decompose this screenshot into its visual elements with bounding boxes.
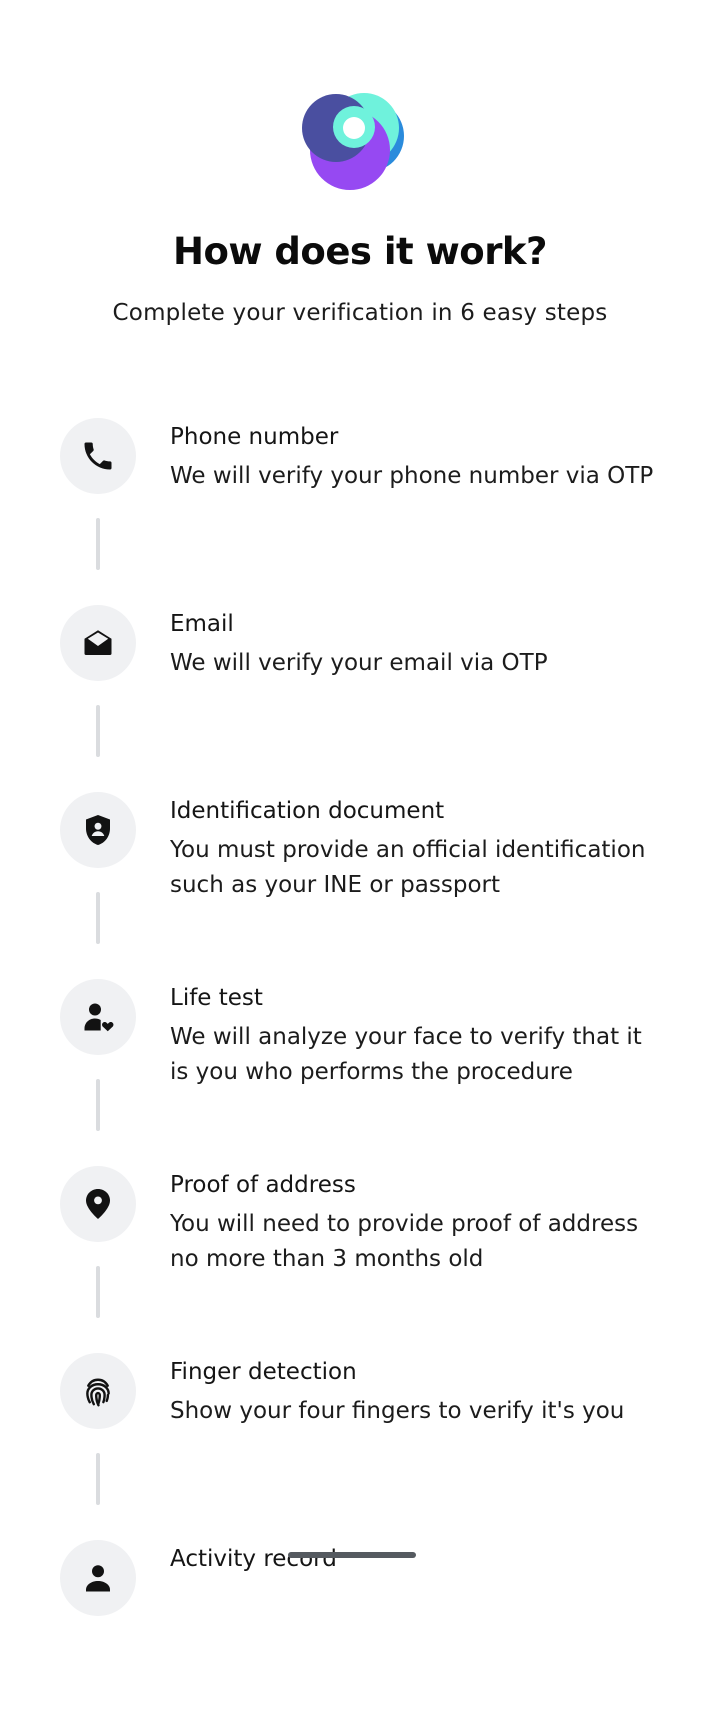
phone-icon [60, 418, 136, 494]
step-description: Show your four fingers to verify it's yo… [170, 1398, 625, 1424]
step-description: We will analyze your face to verify that… [170, 1024, 642, 1085]
step-connector [96, 1266, 100, 1318]
step-title: Identification document [170, 798, 445, 824]
step-description: You must provide an official identificat… [170, 837, 646, 898]
fingerprint-icon [60, 1353, 136, 1429]
step-life-test: Life test We will analyze your face to v… [0, 979, 720, 1166]
step-activity-record: Activity record [0, 1540, 720, 1727]
step-title: Proof of address [170, 1172, 356, 1198]
step-connector [96, 1453, 100, 1505]
step-connector [96, 892, 100, 944]
step-title: Phone number [170, 424, 339, 450]
app-logo [296, 88, 412, 194]
page-subtitle: Complete your verification in 6 easy ste… [112, 300, 608, 326]
envelope-icon [60, 605, 136, 681]
step-phone-number: Phone number We will verify your phone n… [0, 418, 720, 605]
step-title: Finger detection [170, 1359, 357, 1385]
step-connector [96, 518, 100, 570]
step-title: Life test [170, 985, 263, 1011]
page-title: How does it work? [172, 230, 548, 273]
step-connector [96, 1079, 100, 1131]
step-description: You will need to provide proof of addres… [170, 1211, 639, 1272]
user-heart-icon [60, 979, 136, 1055]
step-identification-document: Identification document You must provide… [0, 792, 720, 979]
home-indicator[interactable] [288, 1552, 416, 1558]
step-proof-of-address: Proof of address You will need to provid… [0, 1166, 720, 1353]
location-pin-icon [60, 1166, 136, 1242]
step-description: We will verify your email via OTP [170, 650, 548, 676]
step-finger-detection: Finger detection Show your four fingers … [0, 1353, 720, 1540]
step-description: We will verify your phone number via OTP [170, 463, 654, 489]
shield-user-icon [60, 792, 136, 868]
user-icon [60, 1540, 136, 1616]
step-title: Activity record [170, 1546, 337, 1572]
step-title: Email [170, 611, 234, 637]
step-connector [96, 705, 100, 757]
step-email: Email We will verify your email via OTP [0, 605, 720, 792]
